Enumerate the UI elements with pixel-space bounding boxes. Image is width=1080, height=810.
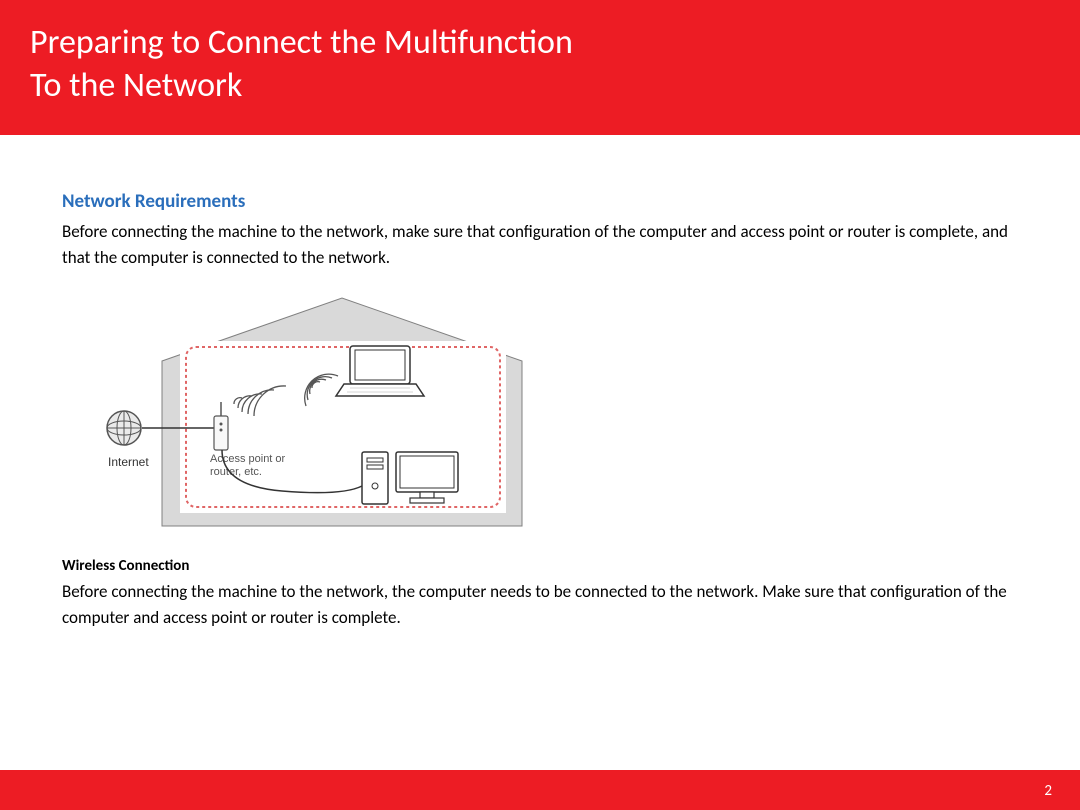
network-diagram: Internet Access point or router, etc. <box>62 286 1018 541</box>
intro-paragraph: Before connecting the machine to the net… <box>62 219 1018 272</box>
content-area: Network Requirements Before connecting t… <box>0 135 1080 631</box>
internet-label: Internet <box>108 455 149 469</box>
section-heading: Network Requirements <box>62 190 1018 213</box>
title-line-1: Preparing to Connect the Multifunction <box>30 22 573 63</box>
title-line-2: To the Network <box>30 65 242 106</box>
page-title: Preparing to Connect the Multifunction T… <box>30 22 1050 107</box>
slide-header: Preparing to Connect the Multifunction T… <box>0 0 1080 135</box>
wireless-subheading: Wireless Connection <box>62 557 1018 575</box>
ap-label-2: router, etc. <box>210 466 262 478</box>
diagram-svg: Internet Access point or router, etc. <box>62 286 542 536</box>
footer-bar <box>0 770 1080 810</box>
ap-label-1: Access point or <box>210 453 286 465</box>
wireless-paragraph: Before connecting the machine to the net… <box>62 579 1018 632</box>
page-number: 2 <box>1044 782 1052 800</box>
